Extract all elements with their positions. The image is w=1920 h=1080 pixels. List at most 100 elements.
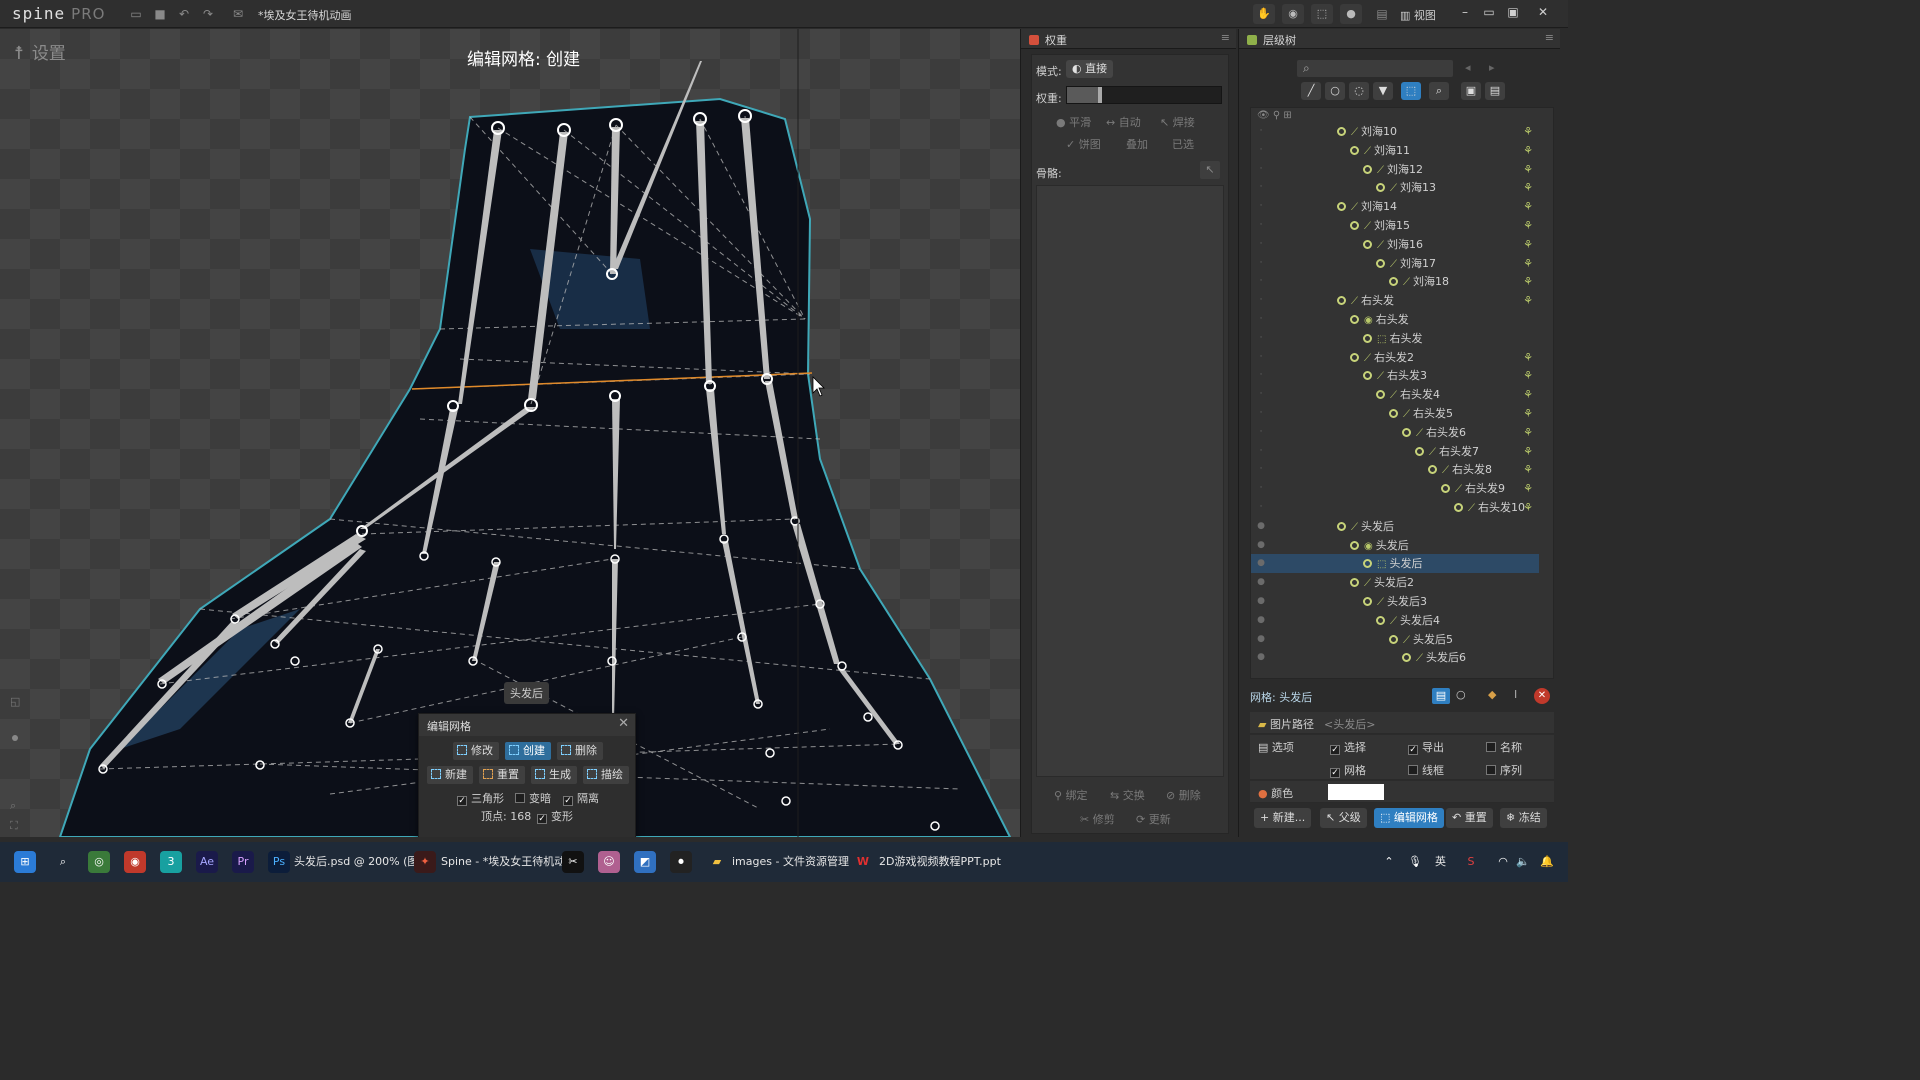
color-swatch[interactable]: [1328, 784, 1384, 800]
edit-mesh-button[interactable]: ⬚ 编辑网格: [1374, 808, 1444, 828]
name-checkbox[interactable]: 名称: [1486, 739, 1522, 755]
tree-expand-icon[interactable]: [1363, 333, 1372, 343]
delete-button[interactable]: 删除: [557, 742, 603, 760]
panel-menu-icon[interactable]: ≡: [1545, 31, 1554, 44]
visibility-dot-icon[interactable]: ·: [1256, 254, 1266, 273]
tree-item[interactable]: · ⟋ 右头发9 ⚘: [1251, 479, 1539, 498]
bones-list[interactable]: [1036, 185, 1224, 777]
image-path-value[interactable]: <头发后>: [1324, 716, 1375, 732]
tree-item[interactable]: ● ⟋ 头发后2: [1251, 573, 1539, 592]
visibility-dot-icon[interactable]: ·: [1256, 310, 1266, 329]
selected-checkbox[interactable]: 已选: [1172, 136, 1194, 152]
visibility-dot-icon[interactable]: ·: [1256, 366, 1266, 385]
ime-indicator[interactable]: 英: [1435, 851, 1446, 873]
tree-item[interactable]: ● ⟋ 头发后3: [1251, 592, 1539, 611]
undo-icon[interactable]: ↶: [176, 6, 192, 22]
tree-expand-icon[interactable]: [1350, 221, 1359, 230]
mesh-filter-icon[interactable]: ⬚: [1401, 82, 1421, 100]
tree-expand-icon[interactable]: [1337, 127, 1346, 136]
avatar-app-icon[interactable]: ☺: [598, 851, 620, 873]
visibility-dot-icon[interactable]: ·: [1256, 329, 1266, 348]
dim-checkbox[interactable]: 变暗: [515, 790, 551, 806]
pose-icon[interactable]: ✋: [1253, 4, 1275, 24]
swap-button[interactable]: ⇆ 交换: [1110, 787, 1145, 803]
tree-expand-icon[interactable]: [1350, 540, 1359, 550]
sogou-icon[interactable]: S: [1460, 851, 1482, 873]
redo-icon[interactable]: ↷: [200, 6, 216, 22]
slots-filter-icon[interactable]: ○: [1325, 82, 1345, 100]
tree-expand-icon[interactable]: [1363, 164, 1372, 174]
tree-item[interactable]: · ⟋ 刘海12 ⚘: [1251, 160, 1539, 179]
tree-search-input[interactable]: ⌕: [1297, 60, 1453, 77]
visibility-dot-icon[interactable]: ●: [1256, 648, 1266, 667]
color-icon[interactable]: ●: [1340, 4, 1362, 24]
premiere-icon[interactable]: Pr: [232, 851, 254, 873]
tree-expand-icon[interactable]: [1428, 465, 1437, 475]
modify-button[interactable]: 修改: [453, 742, 499, 760]
new-button[interactable]: 新建: [427, 766, 473, 784]
mesh-tool-icon[interactable]: ⬚: [1311, 4, 1333, 24]
tree-item[interactable]: · ⟋ 刘海18 ⚘: [1251, 272, 1539, 291]
reset-button[interactable]: 重置: [479, 766, 525, 784]
tree-expand-icon[interactable]: [1350, 145, 1359, 155]
isolate-checkbox[interactable]: 隔离: [563, 790, 599, 806]
tree-expand-icon[interactable]: [1337, 296, 1346, 306]
weight-slider-knob[interactable]: [1098, 87, 1102, 103]
tree-expand-icon[interactable]: [1337, 521, 1346, 531]
mode-direct-button[interactable]: ◐ 直接: [1066, 60, 1114, 78]
visibility-dot-icon[interactable]: ·: [1256, 141, 1266, 160]
visibility-dot-icon[interactable]: ·: [1256, 423, 1266, 442]
volume-icon[interactable]: 🔈: [1512, 851, 1534, 873]
visibility-dot-icon[interactable]: ●: [1256, 592, 1266, 611]
after-effects-icon[interactable]: Ae: [196, 851, 218, 873]
file-explorer-icon[interactable]: ▰: [706, 851, 728, 873]
record-icon[interactable]: ⏺: [670, 851, 692, 873]
tree-expand-icon[interactable]: [1415, 446, 1424, 456]
paste-icon[interactable]: ▤: [1485, 82, 1505, 100]
reset-button[interactable]: ↶ 重置: [1446, 808, 1493, 828]
export-icon[interactable]: ✉: [230, 6, 246, 22]
tree-item[interactable]: · ◉ 右头发: [1251, 310, 1539, 329]
save-icon[interactable]: ■: [152, 6, 168, 22]
constraints-filter-icon[interactable]: ▼: [1373, 82, 1393, 100]
weight-slider[interactable]: [1066, 86, 1222, 104]
visibility-filter-icon[interactable]: ◌: [1349, 82, 1369, 100]
tree-expand-icon[interactable]: [1350, 315, 1359, 324]
prev-icon[interactable]: ◂: [1465, 61, 1471, 74]
tree-item[interactable]: · ⟋ 右头发8 ⚘: [1251, 460, 1539, 479]
visibility-dot-icon[interactable]: ·: [1256, 160, 1266, 179]
rename-icon[interactable]: I: [1514, 688, 1517, 701]
close-icon[interactable]: ✕: [618, 716, 629, 731]
triangles-checkbox[interactable]: 三角形: [457, 790, 504, 806]
tree-expand-icon[interactable]: [1363, 239, 1372, 249]
tree-expand-icon[interactable]: [1389, 409, 1398, 418]
tree-item[interactable]: · ⟋ 右头发10 ⚘: [1251, 498, 1539, 517]
tree-item[interactable]: · ⟋ 刘海10 ⚘: [1251, 122, 1539, 141]
tree-item[interactable]: · ⟋ 右头发3 ⚘: [1251, 366, 1539, 385]
tree-item[interactable]: · ⟋ 右头发6 ⚘: [1251, 423, 1539, 442]
tree-expand-icon[interactable]: [1337, 202, 1346, 212]
search-icon[interactable]: ⌕: [52, 851, 74, 873]
visibility-dot-icon[interactable]: ·: [1256, 479, 1266, 498]
layout-icon[interactable]: ▤: [1374, 6, 1390, 22]
keys-icon[interactable]: ◆: [1488, 688, 1496, 701]
tree-item[interactable]: · ⟋ 刘海15 ⚘: [1251, 216, 1539, 235]
select-checkbox[interactable]: 选择: [1330, 739, 1366, 755]
prune-button[interactable]: ✂ 修剪: [1080, 811, 1115, 827]
close-icon[interactable]: ✕: [1532, 2, 1554, 22]
remove-button[interactable]: ⊘ 删除: [1166, 787, 1201, 803]
deform-checkbox[interactable]: 变形: [537, 808, 573, 824]
bones-filter-icon[interactable]: ╱: [1301, 82, 1321, 100]
taskbar-spine[interactable]: Spine - *埃及女王待机动: [441, 851, 565, 873]
tree-item[interactable]: ● ◉ 头发后: [1251, 536, 1539, 555]
tree-item[interactable]: · ⟋ 右头发7 ⚘: [1251, 442, 1539, 461]
app-icon[interactable]: 3: [160, 851, 182, 873]
tree-item[interactable]: · ⟋ 刘海11 ⚘: [1251, 141, 1539, 160]
tree-item[interactable]: · ⟋ 右头发 ⚘: [1251, 291, 1539, 310]
tray-arrow-icon[interactable]: ⌃: [1378, 851, 1400, 873]
tree-expand-icon[interactable]: [1376, 615, 1385, 625]
visibility-dot-icon[interactable]: ·: [1256, 272, 1266, 291]
visibility-dot-icon[interactable]: ·: [1256, 348, 1266, 367]
bind-button[interactable]: ⚲ 绑定: [1054, 787, 1088, 803]
tree-expand-icon[interactable]: [1363, 597, 1372, 606]
